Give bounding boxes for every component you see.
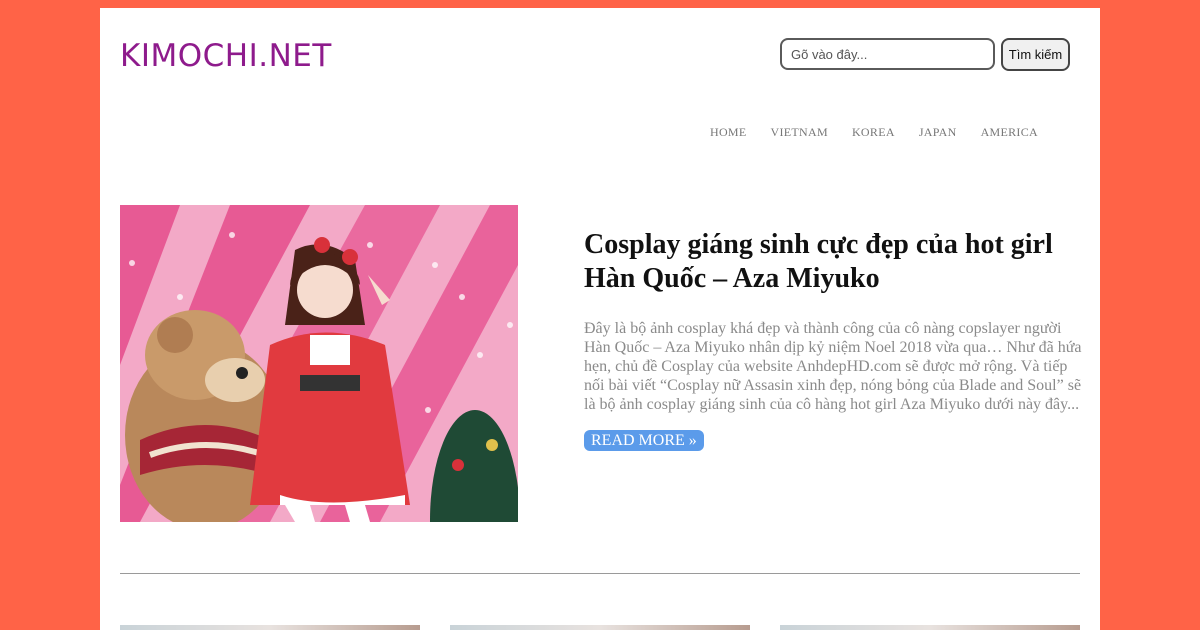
cosplay-photo (120, 205, 518, 522)
featured-post-image[interactable] (120, 205, 518, 522)
site-logo[interactable]: KIMOCHI.NET (120, 38, 332, 74)
search-button[interactable]: Tìm kiếm (1001, 38, 1070, 71)
nav-korea[interactable]: KOREA (852, 125, 895, 140)
post-thumbnail[interactable] (780, 625, 1080, 630)
read-more-button[interactable]: READ MORE » (584, 430, 704, 451)
post-thumbnail[interactable] (450, 625, 750, 630)
page-container: KIMOCHI.NET Tìm kiếm HOME VIETNAM KOREA … (100, 8, 1100, 630)
post-excerpt: Đây là bộ ảnh cosplay khá đẹp và thành c… (584, 320, 1082, 413)
search-input[interactable] (780, 38, 995, 70)
post-thumbnail[interactable] (120, 625, 420, 630)
post-title[interactable]: Cosplay giáng sinh cực đẹp của hot girl … (584, 228, 1064, 296)
nav-japan[interactable]: JAPAN (919, 125, 957, 140)
nav-america[interactable]: AMERICA (981, 125, 1038, 140)
main-nav: HOME VIETNAM KOREA JAPAN AMERICA (710, 125, 1038, 140)
nav-vietnam[interactable]: VIETNAM (771, 125, 828, 140)
nav-home[interactable]: HOME (710, 125, 747, 140)
section-divider (120, 573, 1080, 574)
